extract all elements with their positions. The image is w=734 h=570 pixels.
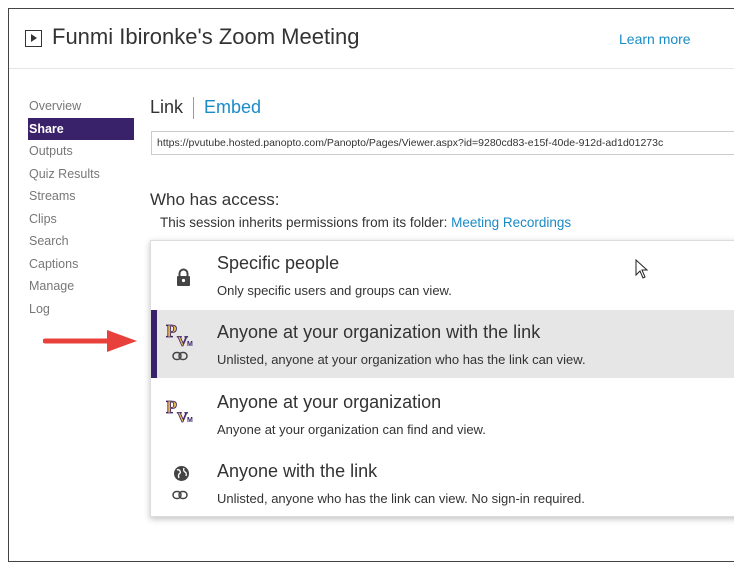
app-frame: Funmi Ibironke's Zoom Meeting Learn more… [8, 8, 734, 562]
svg-text:P: P [166, 397, 177, 417]
option-title: Specific people [217, 253, 340, 273]
page-title: Funmi Ibironke's Zoom Meeting [52, 24, 360, 49]
sidebar-item-outputs[interactable]: Outputs [29, 140, 134, 163]
share-url-field[interactable]: https://pvutube.hosted.panopto.com/Panop… [151, 131, 734, 155]
svg-text:M: M [187, 341, 193, 348]
sidebar-item-search[interactable]: Search [29, 230, 134, 253]
sidebar-item-overview[interactable]: Overview [29, 95, 134, 118]
option-description: Anyone at your organization can find and… [217, 422, 486, 437]
sidebar-item-quiz-results[interactable]: Quiz Results [29, 163, 134, 186]
option-description: Unlisted, anyone who has the link can vi… [217, 491, 585, 506]
access-heading: Who has access: [150, 190, 280, 209]
sidebar-item-clips[interactable]: Clips [29, 208, 134, 231]
option-description: Only specific users and groups can view. [217, 283, 452, 298]
option-anyone-with-link[interactable]: Anyone with the link Unlisted, anyone wh… [151, 449, 734, 517]
mouse-cursor-icon [635, 259, 649, 279]
learn-more-link[interactable]: Learn more [619, 31, 691, 47]
tab-divider [193, 97, 195, 120]
sidebar-item-streams[interactable]: Streams [29, 185, 134, 208]
option-org-with-link[interactable]: P V M Anyone at your organization with t… [151, 310, 734, 378]
option-description: Unlisted, anyone at your organization wh… [217, 352, 586, 367]
globe-icon [174, 466, 189, 481]
svg-text:M: M [187, 417, 193, 424]
tab-link[interactable]: Link [150, 97, 183, 117]
header: Funmi Ibironke's Zoom Meeting Learn more [9, 9, 734, 69]
folder-link[interactable]: Meeting Recordings [451, 215, 571, 230]
play-square-icon [25, 30, 42, 47]
inherit-permissions-text: This session inherits permissions from i… [160, 215, 571, 230]
sidebar-item-log[interactable]: Log [29, 298, 134, 321]
sidebar-item-manage[interactable]: Manage [29, 275, 134, 298]
option-title: Anyone at your organization [217, 392, 442, 412]
red-arrow-annotation [43, 330, 137, 352]
option-org[interactable]: P V M Anyone at your organization Anyone… [151, 380, 734, 448]
sidebar-item-captions[interactable]: Captions [29, 253, 134, 276]
access-options-dropdown: Specific people Only specific users and … [150, 240, 734, 517]
pv-logo-icon: P V M [166, 321, 193, 348]
link-chain-icon [172, 490, 188, 500]
link-chain-icon [172, 351, 188, 361]
sidebar-item-share[interactable]: Share [28, 117, 134, 140]
option-title: Anyone at your organization with the lin… [217, 322, 541, 342]
svg-text:P: P [166, 321, 177, 341]
tab-embed[interactable]: Embed [204, 97, 261, 117]
sidebar-nav: Overview Share Outputs Quiz Results Stre… [28, 95, 134, 321]
share-tabs: Link Embed [150, 97, 261, 120]
option-title: Anyone with the link [217, 461, 378, 481]
inherit-label: This session inherits permissions from i… [160, 215, 452, 230]
lock-icon [177, 268, 190, 286]
pv-logo-icon: P V M [166, 397, 193, 424]
